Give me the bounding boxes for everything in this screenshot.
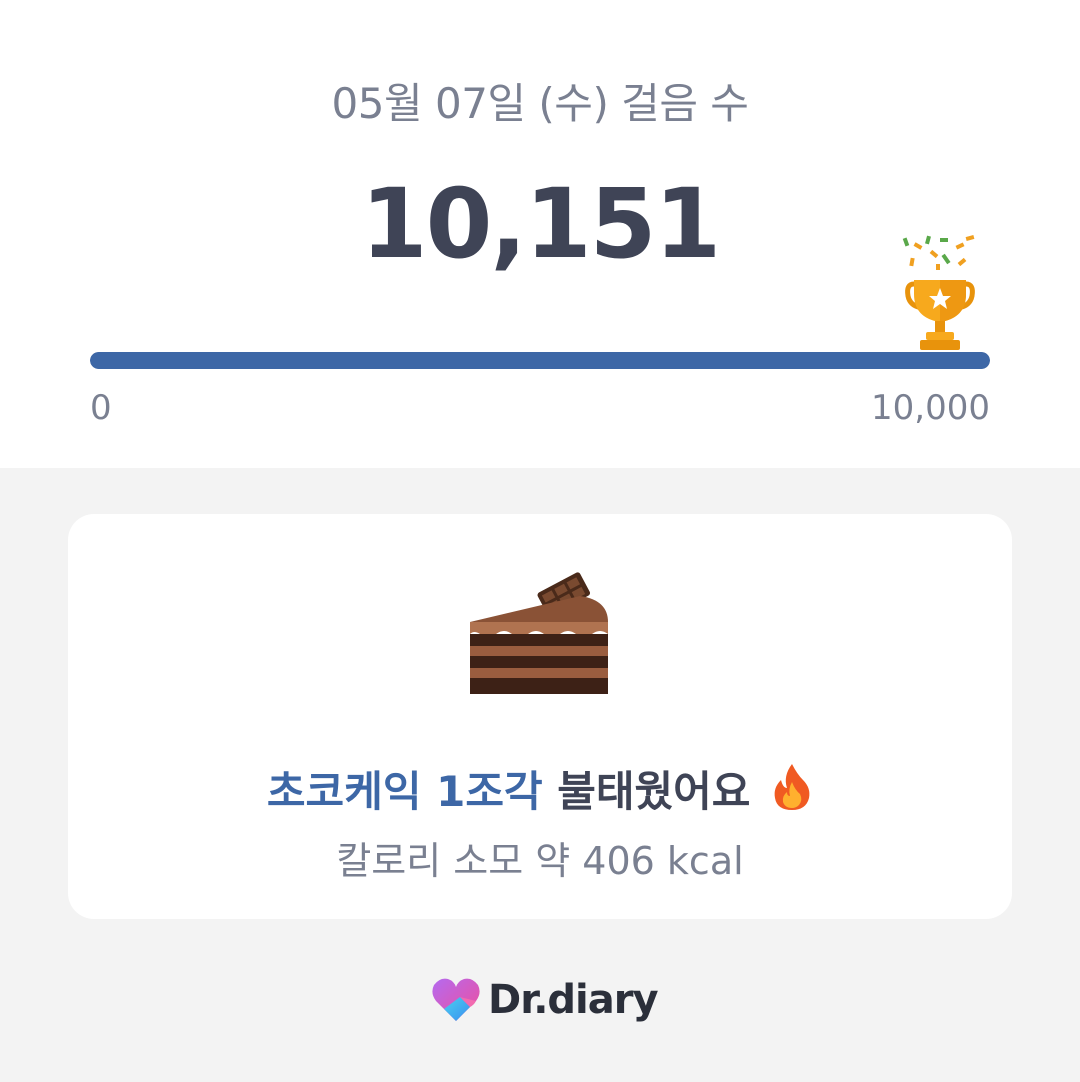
calorie-headline: 초코케익 1조각 불태웠어요	[68, 758, 1012, 819]
chocolate-cake-icon	[470, 572, 608, 694]
heart-logo-icon	[432, 978, 480, 1021]
food-equivalent-text: 초코케익 1조각	[266, 767, 543, 816]
calorie-burned-text: 칼로리 소모 약 406 kcal	[336, 839, 744, 883]
steps-progress-fill	[90, 352, 990, 369]
calorie-card: 초코케익 1조각 불태웠어요 칼로리 소모 약 406 kcal	[68, 514, 1012, 919]
date-title: 05월 07일 (수) 걸음 수	[331, 79, 749, 128]
brand-logo: Dr.diary	[430, 974, 659, 1026]
progress-min-label: 0	[90, 388, 112, 428]
fire-icon	[774, 764, 810, 810]
steps-summary-section: 05월 07일 (수) 걸음 수 10,151 0 10,000	[0, 0, 1080, 468]
brand-name: Dr.diary	[488, 977, 659, 1023]
burned-text: 불태웠어요	[557, 767, 751, 816]
trophy-icon	[902, 235, 975, 350]
progress-goal-label: 10,000	[871, 388, 990, 428]
steps-progress-bar	[90, 352, 990, 369]
